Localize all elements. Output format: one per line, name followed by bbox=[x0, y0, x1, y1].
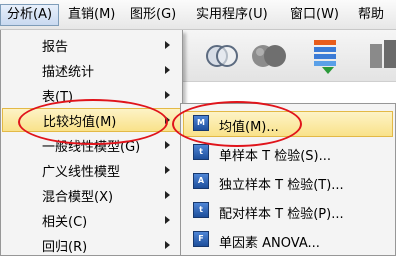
menu-item-descriptive-statistics[interactable]: 描述统计 bbox=[2, 58, 182, 82]
menu-item-mixed-models[interactable]: 混合模型(X) bbox=[2, 183, 182, 207]
menu-item-general-linear-model[interactable]: 一般线性模型(G) bbox=[2, 133, 182, 157]
submenu-arrow-icon bbox=[165, 66, 170, 74]
menu-graphs[interactable]: 图形(G) bbox=[124, 4, 182, 26]
menu-item-label: 报告 bbox=[42, 40, 69, 55]
menu-item-label: 比较均值(M) bbox=[43, 115, 117, 130]
menu-item-generalized-linear-models[interactable]: 广义线性模型 bbox=[2, 158, 182, 182]
menu-item-label: 单因素 ANOVA... bbox=[219, 236, 320, 251]
menu-item-label: 回归(R) bbox=[42, 240, 88, 255]
split-icon[interactable] bbox=[368, 38, 396, 74]
menu-utilities[interactable]: 实用程序(U) bbox=[190, 4, 274, 26]
menu-item-label: 表(T) bbox=[42, 90, 74, 105]
menu-item-label: 广义线性模型 bbox=[42, 165, 121, 180]
menu-direct-marketing[interactable]: 直销(M) bbox=[62, 4, 121, 26]
menu-item-label: 描述统计 bbox=[42, 65, 95, 80]
anova-icon: F bbox=[193, 231, 209, 247]
menu-item-label: 混合模型(X) bbox=[42, 190, 114, 205]
variables-icon[interactable] bbox=[308, 36, 344, 76]
submenu-arrow-icon bbox=[165, 166, 170, 174]
menu-item-label: 单样本 T 检验(S)... bbox=[219, 149, 331, 164]
submenu-arrow-icon bbox=[165, 141, 170, 149]
analyze-menu: 报告 描述统计 表(T) 比较均值(M) 一般线性模型(G) 广义线性模型 混合… bbox=[0, 30, 183, 256]
menu-bar: 分析(A) 直销(M) 图形(G) 实用程序(U) 窗口(W) 帮助 bbox=[0, 0, 396, 30]
toolbar bbox=[168, 30, 396, 82]
menu-item-label: 独立样本 T 检验(T)... bbox=[219, 178, 344, 193]
compare-means-submenu: M 均值(M)... t 单样本 T 检验(S)... A 独立样本 T 检验(… bbox=[180, 103, 396, 256]
means-icon: M bbox=[193, 115, 209, 131]
submenu-arrow-icon bbox=[165, 241, 170, 249]
menu-item-correlate[interactable]: 相关(C) bbox=[2, 208, 182, 232]
menu-item-means[interactable]: M 均值(M)... bbox=[183, 111, 393, 137]
menu-item-label: 相关(C) bbox=[42, 215, 88, 230]
menu-item-one-way-anova[interactable]: F 单因素 ANOVA... bbox=[183, 227, 393, 253]
submenu-arrow-icon bbox=[165, 216, 170, 224]
menu-item-reports[interactable]: 报告 bbox=[2, 33, 182, 57]
submenu-arrow-icon bbox=[165, 91, 170, 99]
circles-icon[interactable] bbox=[250, 38, 290, 74]
independent-t-icon: A bbox=[193, 173, 209, 189]
menu-item-tables[interactable]: 表(T) bbox=[2, 83, 182, 107]
menu-item-label: 均值(M)... bbox=[219, 120, 279, 135]
submenu-arrow-icon bbox=[165, 191, 170, 199]
menu-item-compare-means[interactable]: 比较均值(M) bbox=[2, 108, 182, 132]
menu-analyze[interactable]: 分析(A) bbox=[0, 4, 60, 26]
paired-t-icon: t bbox=[193, 202, 209, 218]
menu-item-regression[interactable]: 回归(R) bbox=[2, 233, 182, 256]
menu-item-label: 配对样本 T 检验(P)... bbox=[219, 207, 344, 222]
submenu-arrow-icon bbox=[165, 41, 170, 49]
menu-item-paired-samples-t-test[interactable]: t 配对样本 T 检验(P)... bbox=[183, 198, 393, 224]
menu-item-independent-samples-t-test[interactable]: A 独立样本 T 检验(T)... bbox=[183, 169, 393, 195]
menu-item-one-sample-t-test[interactable]: t 单样本 T 检验(S)... bbox=[183, 140, 393, 166]
venn-icon[interactable] bbox=[204, 38, 240, 74]
submenu-arrow-icon bbox=[165, 116, 170, 124]
menu-item-label: 一般线性模型(G) bbox=[42, 140, 141, 155]
menu-help[interactable]: 帮助 bbox=[352, 4, 390, 26]
menu-window[interactable]: 窗口(W) bbox=[284, 4, 345, 26]
one-sample-t-icon: t bbox=[193, 144, 209, 160]
